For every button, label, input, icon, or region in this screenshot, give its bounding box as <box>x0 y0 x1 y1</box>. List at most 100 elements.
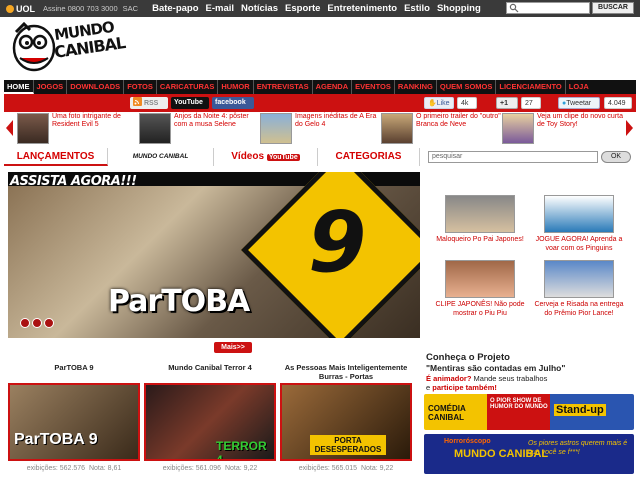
side-video-caption[interactable]: JOGUE AGORA! Aprenda a voar com os Pingu… <box>531 236 627 253</box>
rss-button[interactable]: RSS <box>130 97 168 109</box>
tab-lancamentos[interactable]: LANÇAMENTOS <box>4 148 108 166</box>
hero-next-icon[interactable] <box>44 318 54 328</box>
card-rating: Nota: 9,22 <box>224 465 258 472</box>
sidebar-line-1: É animador? Mande seus trabalhos <box>426 374 547 383</box>
facebook-button[interactable]: facebook <box>212 97 254 109</box>
carousel-item[interactable]: Uma foto intrigante de Resident Evil 5 <box>17 113 138 144</box>
uol-logo[interactable]: UOL <box>6 4 35 14</box>
side-video-thumb[interactable] <box>544 260 614 298</box>
facebook-like-button[interactable]: ✋Like <box>424 97 454 109</box>
carousel-item[interactable]: O primeiro trailer do "outro" Branca de … <box>381 113 502 144</box>
card-title[interactable]: Mundo Canibal Terror 4 <box>144 363 276 373</box>
carousel-item-text: Anjos da Noite 4: pôster com a musa Sele… <box>174 113 249 129</box>
nav-licenciamento[interactable]: LICENCIAMENTO <box>496 80 566 94</box>
youtube-button[interactable]: YouTube <box>171 97 209 109</box>
nav-eventos[interactable]: EVENTOS <box>352 80 395 94</box>
carousel-item-text: O primeiro trailer do "outro" Branca de … <box>416 113 501 129</box>
sidebar-quote[interactable]: "Mentiras são contadas em Julho" <box>426 363 565 373</box>
hero-assista-label: ASSISTA AGORA!!! <box>10 174 137 189</box>
card-thumbnail[interactable]: ParTOBA 9 <box>8 383 140 461</box>
uol-link-bate-papo[interactable]: Bate-papo <box>152 3 198 14</box>
carousel-next-icon[interactable] <box>626 120 633 136</box>
site-search-ok-button[interactable]: OK <box>601 151 631 163</box>
site-logo[interactable]: MUNDO CANIBAL <box>10 18 160 78</box>
social-bar: RSS YouTube facebook ✋Like 4k +1 27 ●Twe… <box>4 94 636 112</box>
hero-pause-icon[interactable] <box>32 318 42 328</box>
nav-downloads[interactable]: DOWNLOADS <box>67 80 125 94</box>
nav-entrevistas[interactable]: ENTREVISTAS <box>254 80 313 94</box>
uol-logo-text: UOL <box>16 3 35 14</box>
banner-humor-label: O PIOR SHOW DE HUMOR DO MUNDO <box>490 398 548 410</box>
carousel-item[interactable]: Veja um clipe do novo curta de Toy Story… <box>502 113 623 144</box>
carousel-thumb <box>17 113 49 144</box>
carousel-thumb <box>139 113 171 144</box>
card-title[interactable]: As Pessoas Mais Inteligentemente Burras … <box>280 363 412 381</box>
nav-jogos[interactable]: JOGOS <box>34 80 68 94</box>
tab-videos-label: Vídeos <box>231 151 265 162</box>
tab-categorias[interactable]: CATEGORIAS <box>318 148 420 166</box>
uol-link-email[interactable]: E-mail <box>206 3 235 14</box>
like-label: Like <box>436 100 450 107</box>
uol-top-bar: UOL Assine 0800 703 3000 SAC Bate-papo E… <box>0 0 640 17</box>
card-art-text: TERROR 4 <box>216 439 267 461</box>
sidebar-project: Conheça o Projeto "Mentiras são contadas… <box>424 350 636 488</box>
comedia-canibal-banner[interactable]: COMÉDIA CANIBAL O PIOR SHOW DE HUMOR DO … <box>424 394 634 430</box>
nav-agenda[interactable]: AGENDA <box>313 80 353 94</box>
horroscopo-banner[interactable]: Horroróscopo MUNDO CANIBAL Os piores ast… <box>424 434 634 474</box>
card-thumbnail[interactable]: TERROR 4 <box>144 383 276 461</box>
hero-episode-number: 9 <box>308 193 367 291</box>
banner-astros-text: Os piores astros querem mais é que você … <box>528 440 628 456</box>
sidebar-line1-text: Mande seus trabalhos <box>471 374 548 383</box>
uol-assine-link[interactable]: Assine 0800 703 3000 <box>43 4 118 13</box>
card-rating: Nota: 9,22 <box>360 465 394 472</box>
tab-mundo-canibal[interactable]: MUNDO CANIBAL <box>108 148 214 166</box>
carousel-prev-icon[interactable] <box>6 120 13 136</box>
uol-link-esporte[interactable]: Esporte <box>285 3 320 14</box>
google-plus-button[interactable]: +1 <box>496 97 518 109</box>
hero-controls <box>20 318 54 328</box>
uol-sac-link[interactable]: SAC <box>123 4 138 13</box>
like-thumb-icon: ✋ <box>428 100 437 107</box>
hero-prev-icon[interactable] <box>20 318 30 328</box>
card-views: exibições: 565.015 <box>298 465 358 472</box>
hero-feature[interactable]: ASSISTA AGORA!!! 9 ParTOBA <box>8 172 420 338</box>
nav-home[interactable]: HOME <box>4 80 34 94</box>
side-video-caption[interactable]: CLIPE JAPONÊS! Não pode mostrar o Piu Pi… <box>432 301 528 318</box>
carousel-thumb <box>260 113 292 144</box>
uol-link-entretenimento[interactable]: Entretenimento <box>327 3 397 14</box>
nav-fotos[interactable]: FOTOS <box>124 80 157 94</box>
tab-videos[interactable]: Vídeos YouTube <box>214 148 318 166</box>
card-stats: exibições: 561.096 Nota: 9,22 <box>144 465 276 472</box>
nav-loja[interactable]: LOJA <box>566 80 592 94</box>
card-thumbnail[interactable]: PORTA DESESPERADOS <box>280 383 412 461</box>
side-video-caption[interactable]: Cerveja e Risada na entrega do Prêmio Pi… <box>531 301 627 318</box>
rss-icon <box>133 97 142 106</box>
carousel-item[interactable]: Imagens inéditas de A Era do Gelo 4 <box>260 113 381 144</box>
side-video-thumb[interactable] <box>445 260 515 298</box>
side-video-thumb[interactable] <box>445 195 515 233</box>
nav-ranking[interactable]: RANKING <box>395 80 437 94</box>
tweet-button[interactable]: ●Tweetar <box>558 97 600 109</box>
rss-label: RSS <box>143 100 159 107</box>
plus-count: 27 <box>521 97 541 109</box>
uol-search-input[interactable] <box>506 2 590 14</box>
carousel-item[interactable]: Anjos da Noite 4: pôster com a musa Sele… <box>139 113 260 144</box>
tweet-count: 4.049 <box>604 97 632 109</box>
uol-link-estilo[interactable]: Estilo <box>404 3 430 14</box>
news-carousel: Uma foto intrigante de Resident Evil 5 A… <box>4 112 636 145</box>
side-video-caption[interactable]: Maloqueiro Po Pai Japones! <box>432 236 528 245</box>
more-button[interactable]: Mais>> <box>214 342 252 353</box>
nav-caricaturas[interactable]: CARICATURAS <box>157 80 219 94</box>
sidebar-participe-link[interactable]: participe também! <box>432 383 497 392</box>
card-title[interactable]: ParTOBA 9 <box>8 363 140 373</box>
banner-horroscopo-label: Horroróscopo <box>444 438 491 445</box>
nav-quem-somos[interactable]: QUEM SOMOS <box>437 80 497 94</box>
uol-link-shopping[interactable]: Shopping <box>437 3 481 14</box>
nav-humor[interactable]: HUMOR <box>218 80 254 94</box>
carousel-thumb <box>381 113 413 144</box>
side-video-thumb[interactable] <box>544 195 614 233</box>
uol-search-button[interactable]: BUSCAR <box>592 2 634 14</box>
site-search-input[interactable]: pesquisar <box>428 151 598 163</box>
carousel-item-text: Uma foto intrigante de Resident Evil 5 <box>52 113 121 129</box>
uol-link-noticias[interactable]: Notícias <box>241 3 278 14</box>
